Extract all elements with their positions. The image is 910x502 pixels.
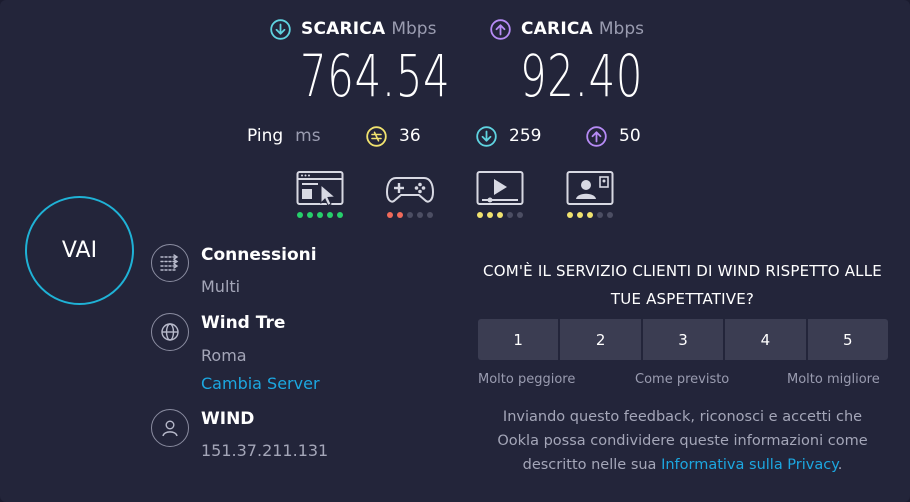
- upload-value: 92.40: [520, 42, 644, 110]
- rating-option-3[interactable]: 3: [642, 319, 724, 360]
- rating-dot: [387, 212, 393, 218]
- feedback-disclaimer: Inviando questo feedback, riconosci e ac…: [470, 405, 895, 477]
- download-value: 764.54: [300, 42, 451, 110]
- upload-icon: [490, 18, 511, 40]
- rating-dot: [497, 212, 503, 218]
- rating-option-5[interactable]: 5: [807, 319, 889, 360]
- rating-dot: [517, 212, 523, 218]
- ping-download-value: 259: [509, 126, 542, 146]
- go-button[interactable]: VAI: [25, 196, 134, 305]
- rating-dot: [297, 212, 303, 218]
- ping-label: Ping: [247, 126, 284, 146]
- rating-dot: [327, 212, 333, 218]
- browser-cursor-icon: [296, 171, 344, 207]
- provider-ip: 151.37.211.131: [201, 441, 329, 460]
- upload-latency-icon: [586, 125, 607, 147]
- upload-block: CARICA Mbps 92.40: [490, 16, 691, 108]
- rating-dot: [427, 212, 433, 218]
- connections-title: Connessioni: [201, 245, 317, 265]
- download-unit: Mbps: [391, 19, 437, 39]
- disclaimer-line3: descritto nelle sua: [522, 457, 657, 473]
- rating-dot: [507, 212, 513, 218]
- usage-streaming: [475, 170, 525, 218]
- privacy-policy-link[interactable]: Informativa sulla Privacy: [661, 457, 838, 473]
- survey-question-line2: TUE ASPETTATIVE?: [610, 290, 755, 308]
- video-play-icon: [476, 171, 524, 205]
- rating-dot: [397, 212, 403, 218]
- scale-mid-label: Come previsto: [635, 372, 730, 387]
- globe-icon: [151, 313, 189, 351]
- web-browsing-rating: [295, 212, 345, 218]
- download-icon: [270, 18, 291, 40]
- disclaimer-line1: Inviando questo feedback, riconosci e ac…: [502, 409, 863, 425]
- rating-dot: [477, 212, 483, 218]
- scale-low-label: Molto peggiore: [478, 372, 576, 387]
- usage-video-chat: [565, 170, 615, 218]
- disclaimer-end: .: [837, 457, 843, 473]
- change-server-link[interactable]: Cambia Server: [201, 374, 320, 393]
- rating-dot: [597, 212, 603, 218]
- scale-high-label: Molto migliore: [787, 372, 880, 387]
- gamepad-icon: [386, 177, 434, 203]
- rating-dot: [337, 212, 343, 218]
- rating-dot: [587, 212, 593, 218]
- rating-dot: [307, 212, 313, 218]
- idle-latency-icon: [366, 125, 387, 147]
- rating-dot: [487, 212, 493, 218]
- download-block: SCARICA Mbps 764.54: [270, 16, 509, 108]
- user-icon: [151, 409, 189, 447]
- rating-scale: 1 2 3 4 5: [478, 319, 889, 360]
- download-latency-icon: [476, 125, 497, 147]
- usage-gaming: [385, 170, 435, 218]
- download-title: SCARICA: [301, 19, 386, 39]
- rating-dot: [607, 212, 613, 218]
- connections-value: Multi: [201, 277, 241, 296]
- ping-upload-value: 50: [619, 126, 641, 146]
- go-label: VAI: [61, 238, 98, 263]
- rating-option-1[interactable]: 1: [478, 319, 559, 360]
- streaming-rating: [475, 212, 525, 218]
- video-chat-rating: [565, 212, 615, 218]
- survey-question-line1: COM'È IL SERVIZIO CLIENTI DI WIND RISPET…: [483, 262, 882, 280]
- ping-row: Ping ms 36 259 50: [0, 123, 910, 149]
- video-chat-icon: [566, 171, 614, 205]
- rating-dot: [417, 212, 423, 218]
- server-title: Wind Tre: [201, 313, 286, 333]
- rating-option-4[interactable]: 4: [725, 319, 806, 360]
- rating-dot: [407, 212, 413, 218]
- disclaimer-line2: Ookla possa condividere queste informazi…: [497, 433, 868, 449]
- rating-dot: [567, 212, 573, 218]
- connections-icon: [151, 244, 189, 282]
- rating-option-2[interactable]: 2: [560, 319, 641, 360]
- result-panel: SCARICA Mbps 764.54 CARICA Mbps 92.40 Pi…: [0, 0, 910, 502]
- usage-web-browsing: [295, 170, 345, 218]
- ping-idle-value: 36: [399, 126, 421, 146]
- gaming-rating: [385, 212, 435, 218]
- survey-question: COM'È IL SERVIZIO CLIENTI DI WIND RISPET…: [470, 257, 895, 313]
- upload-title: CARICA: [521, 19, 593, 39]
- provider-title: WIND: [201, 409, 255, 429]
- rating-dot: [317, 212, 323, 218]
- rating-dot: [577, 212, 583, 218]
- server-location: Roma: [201, 346, 247, 365]
- ping-unit: ms: [295, 126, 321, 146]
- upload-unit: Mbps: [598, 19, 644, 39]
